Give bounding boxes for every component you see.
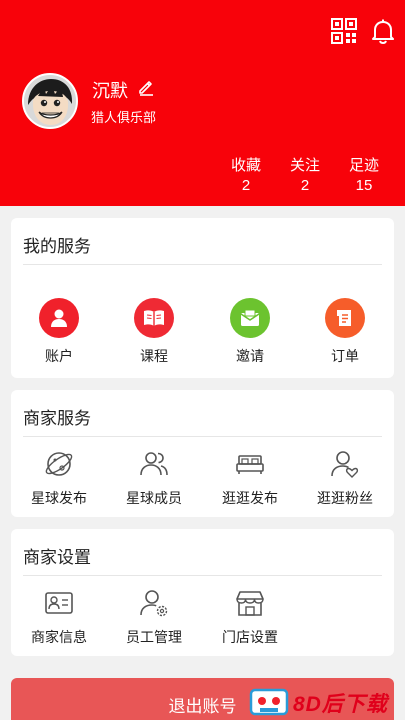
bed-icon	[236, 455, 264, 474]
service-label: 邀请	[236, 348, 264, 364]
avatar-image	[24, 75, 76, 127]
stat-value: 15	[355, 177, 373, 194]
service-label: 订单	[331, 348, 359, 364]
settings-merchant-info[interactable]: 商家信息	[14, 587, 104, 647]
stat-value: 2	[241, 177, 251, 194]
fan-icon	[331, 451, 359, 478]
staff-settings-icon	[140, 590, 168, 617]
merchant-label: 逛逛粉丝	[317, 490, 373, 506]
bell-icon[interactable]	[370, 18, 396, 44]
service-account[interactable]: 账户	[14, 298, 104, 366]
merchant-planet-publish[interactable]: 星球发布	[14, 448, 104, 508]
username: 沉默	[92, 81, 128, 101]
merchant-label: 星球成员	[126, 490, 182, 506]
stat-label: 足迹	[348, 157, 379, 174]
id-card-icon	[45, 592, 73, 614]
stat-footprints[interactable]: 足迹 15	[344, 157, 384, 195]
merchant-services-card: 商家服务 星球发布 星球成员 逛逛发布 逛逛粉丝	[11, 390, 394, 517]
service-label: 课程	[140, 348, 168, 364]
settings-store[interactable]: 门店设置	[205, 587, 295, 647]
merchant-label: 星球发布	[31, 490, 87, 506]
card-title: 我的服务	[23, 237, 91, 256]
avatar[interactable]	[22, 73, 78, 129]
service-label: 账户	[45, 348, 73, 364]
stat-label: 收藏	[230, 157, 261, 174]
card-title: 商家服务	[23, 409, 91, 428]
settings-label: 商家信息	[31, 629, 87, 645]
store-icon	[236, 591, 264, 616]
settings-label: 员工管理	[126, 629, 182, 645]
my-services-card: 我的服务 账户 课程 邀请 订单	[11, 218, 394, 378]
qr-code-icon[interactable]	[331, 18, 357, 44]
user-icon	[39, 298, 79, 338]
stat-following[interactable]: 关注 2	[285, 157, 325, 195]
service-orders[interactable]: 订单	[300, 298, 390, 366]
settings-staff-management[interactable]: 员工管理	[109, 587, 199, 647]
planet-icon	[45, 452, 73, 476]
edit-pencil-icon[interactable]	[137, 78, 155, 96]
divider	[23, 575, 382, 576]
merchant-planet-members[interactable]: 星球成员	[109, 448, 199, 508]
profile-header: 沉默 猎人俱乐部 收藏 2 关注 2 足迹 15	[0, 0, 405, 206]
merchant-settings-card: 商家设置 商家信息 员工管理 门店设置	[11, 529, 394, 656]
watermark-text: 8D后下载	[293, 693, 388, 716]
book-icon	[134, 298, 174, 338]
divider	[23, 264, 382, 265]
stat-label: 关注	[289, 157, 320, 174]
members-icon	[140, 452, 168, 476]
watermark: 8D后下载	[245, 683, 405, 720]
order-icon	[325, 298, 365, 338]
merchant-stroll-publish[interactable]: 逛逛发布	[205, 448, 295, 508]
divider	[23, 436, 382, 437]
merchant-stroll-fans[interactable]: 逛逛粉丝	[300, 448, 390, 508]
cassette-logo-icon	[249, 688, 289, 716]
envelope-icon	[230, 298, 270, 338]
service-invite[interactable]: 邀请	[205, 298, 295, 366]
service-course[interactable]: 课程	[109, 298, 199, 366]
settings-label: 门店设置	[222, 629, 278, 645]
merchant-label: 逛逛发布	[222, 490, 278, 506]
stat-value: 2	[300, 177, 310, 194]
stat-favorites[interactable]: 收藏 2	[226, 157, 266, 195]
club-name: 猎人俱乐部	[91, 110, 157, 125]
card-title: 商家设置	[23, 548, 91, 567]
